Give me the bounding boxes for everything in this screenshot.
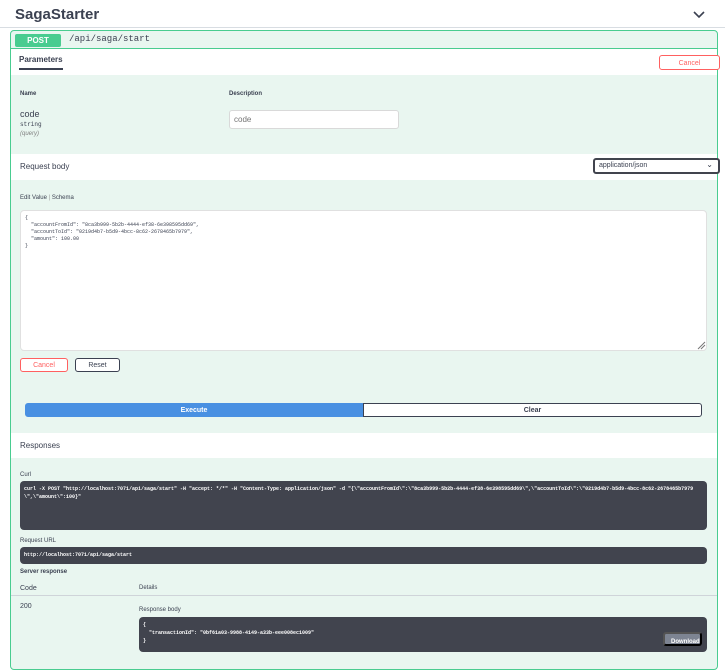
col-code-header: Code <box>20 585 37 592</box>
tag-title: SagaStarter <box>15 6 100 23</box>
curl-label: Curl <box>20 472 32 478</box>
request-body-header: Request body application/json ⌄ <box>11 154 720 180</box>
code-param-input[interactable] <box>229 110 399 129</box>
response-body-label: Response body <box>139 607 181 613</box>
tab-schema[interactable]: Schema <box>52 195 74 201</box>
param-type: string <box>20 121 42 128</box>
param-location: (query) <box>20 131 40 137</box>
clear-button[interactable]: Clear <box>363 403 702 417</box>
server-response-label: Server response <box>20 569 68 575</box>
tag-header[interactable]: SagaStarter <box>0 0 725 28</box>
resize-handle-icon[interactable] <box>697 341 706 350</box>
chevron-down-icon[interactable] <box>691 6 707 22</box>
tab-edit-value[interactable]: Edit Value <box>20 195 47 201</box>
operation-path: /api/saga/start <box>69 34 151 44</box>
request-body-label: Request body <box>20 162 70 171</box>
content-type-value: application/json <box>599 162 648 169</box>
request-url: http://localhost:7071/api/saga/start <box>20 547 707 564</box>
execute-button[interactable]: Execute <box>25 403 363 417</box>
col-details-header: Details <box>139 585 158 591</box>
request-body-editor[interactable]: { "accountFromId": "8ca3b999-5b2b-4444-e… <box>20 210 707 351</box>
curl-command: curl -X POST "http://localhost:7071/api/… <box>20 481 707 530</box>
tab-separator: | <box>48 195 51 201</box>
operation-summary[interactable]: POST /api/saga/start <box>11 31 717 49</box>
tab-parameters[interactable]: Parameters <box>19 55 63 70</box>
response-status-code: 200 <box>20 603 32 610</box>
chevron-down-icon: ⌄ <box>706 160 713 169</box>
parameters-header: Parameters Cancel <box>11 49 720 75</box>
cancel-button[interactable]: Cancel <box>20 358 68 372</box>
responses-header: Responses <box>11 433 717 458</box>
request-url-label: Request URL <box>20 538 57 544</box>
col-name-header: Name <box>20 91 37 97</box>
content-type-select[interactable]: application/json ⌄ <box>593 158 720 174</box>
col-description-header: Description <box>229 91 263 97</box>
response-table-header: Code Details <box>11 580 717 596</box>
param-name: code <box>20 109 40 119</box>
reset-button[interactable]: Reset <box>75 358 120 372</box>
method-badge: POST <box>15 34 61 47</box>
download-button[interactable]: Download <box>663 632 702 646</box>
response-body: { "transactionId": "0bf61a03-9988-4149-a… <box>139 617 707 652</box>
try-out-cancel-button[interactable]: Cancel <box>659 55 720 70</box>
responses-title: Responses <box>20 441 61 450</box>
body-tabs: Edit Value | Schema <box>20 195 74 201</box>
